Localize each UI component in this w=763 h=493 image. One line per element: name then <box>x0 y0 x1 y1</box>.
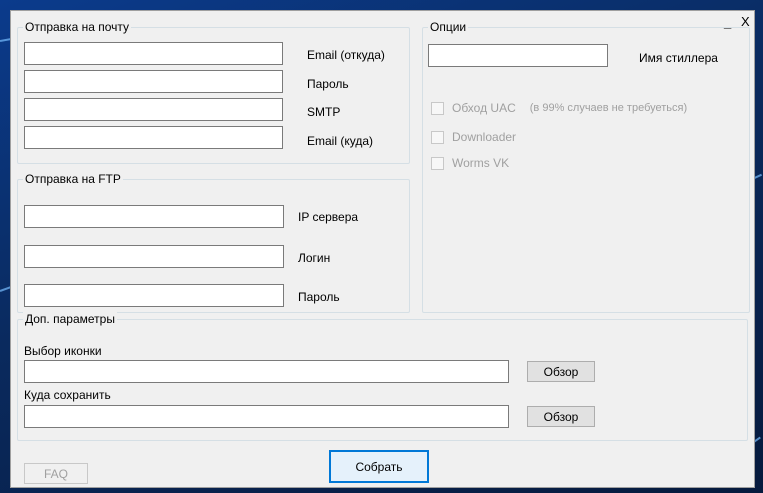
downloader-checkbox[interactable]: Downloader <box>431 130 516 144</box>
smtp-label: SMTP <box>307 105 341 119</box>
faq-button[interactable]: FAQ <box>24 463 88 484</box>
email-group-title: Отправка на почту <box>23 20 131 34</box>
worms-vk-checkbox[interactable]: Worms VK <box>431 156 509 170</box>
builder-window: _ X Отправка на почту Email (откуда) Пар… <box>10 10 755 488</box>
ftp-ip-input[interactable] <box>24 205 284 228</box>
worms-vk-label: Worms VK <box>452 156 510 170</box>
icon-browse-button[interactable]: Обзор <box>527 361 595 382</box>
email-to-input[interactable] <box>24 126 283 149</box>
smtp-input[interactable] <box>24 98 283 121</box>
checkbox-box <box>431 130 444 144</box>
email-password-label: Пароль <box>307 77 349 91</box>
save-path-input[interactable] <box>24 405 509 428</box>
stealer-name-input[interactable] <box>428 44 608 67</box>
extra-params-group: Доп. параметры Выбор иконки Обзор Куда с… <box>17 312 748 441</box>
extra-params-group-title: Доп. параметры <box>23 312 117 326</box>
save-browse-button[interactable]: Обзор <box>527 406 595 427</box>
save-path-label: Куда сохранить <box>24 388 111 402</box>
ftp-group: Отправка на FTP IP сервера Логин Пароль <box>17 172 410 313</box>
ftp-ip-label: IP сервера <box>298 210 359 224</box>
ftp-login-input[interactable] <box>24 245 284 268</box>
icon-select-label: Выбор иконки <box>24 344 102 358</box>
uac-bypass-note: (в 99% случаев не требуеться) <box>529 102 688 114</box>
downloader-label: Downloader <box>452 130 517 144</box>
options-group-title: Опции <box>428 20 469 34</box>
icon-path-input[interactable] <box>24 360 509 383</box>
uac-bypass-checkbox[interactable]: Обход UAC (в 99% случаев не требуеться) <box>431 101 687 115</box>
options-group: Опции Имя стиллера Обход UAC (в 99% случ… <box>422 20 750 313</box>
ftp-group-title: Отправка на FTP <box>23 172 123 186</box>
ftp-password-input[interactable] <box>24 284 284 307</box>
build-button[interactable]: Собрать <box>329 450 429 483</box>
stealer-name-label: Имя стиллера <box>639 51 718 65</box>
email-from-input[interactable] <box>24 42 283 65</box>
email-from-label: Email (откуда) <box>307 48 385 62</box>
email-group: Отправка на почту Email (откуда) Пароль … <box>17 20 410 164</box>
ftp-password-label: Пароль <box>298 290 340 304</box>
uac-bypass-label: Обход UAC <box>452 101 516 115</box>
ftp-login-label: Логин <box>298 251 331 265</box>
email-to-label: Email (куда) <box>307 134 373 148</box>
checkbox-box <box>431 101 444 115</box>
checkbox-box <box>431 156 444 170</box>
email-password-input[interactable] <box>24 70 283 93</box>
